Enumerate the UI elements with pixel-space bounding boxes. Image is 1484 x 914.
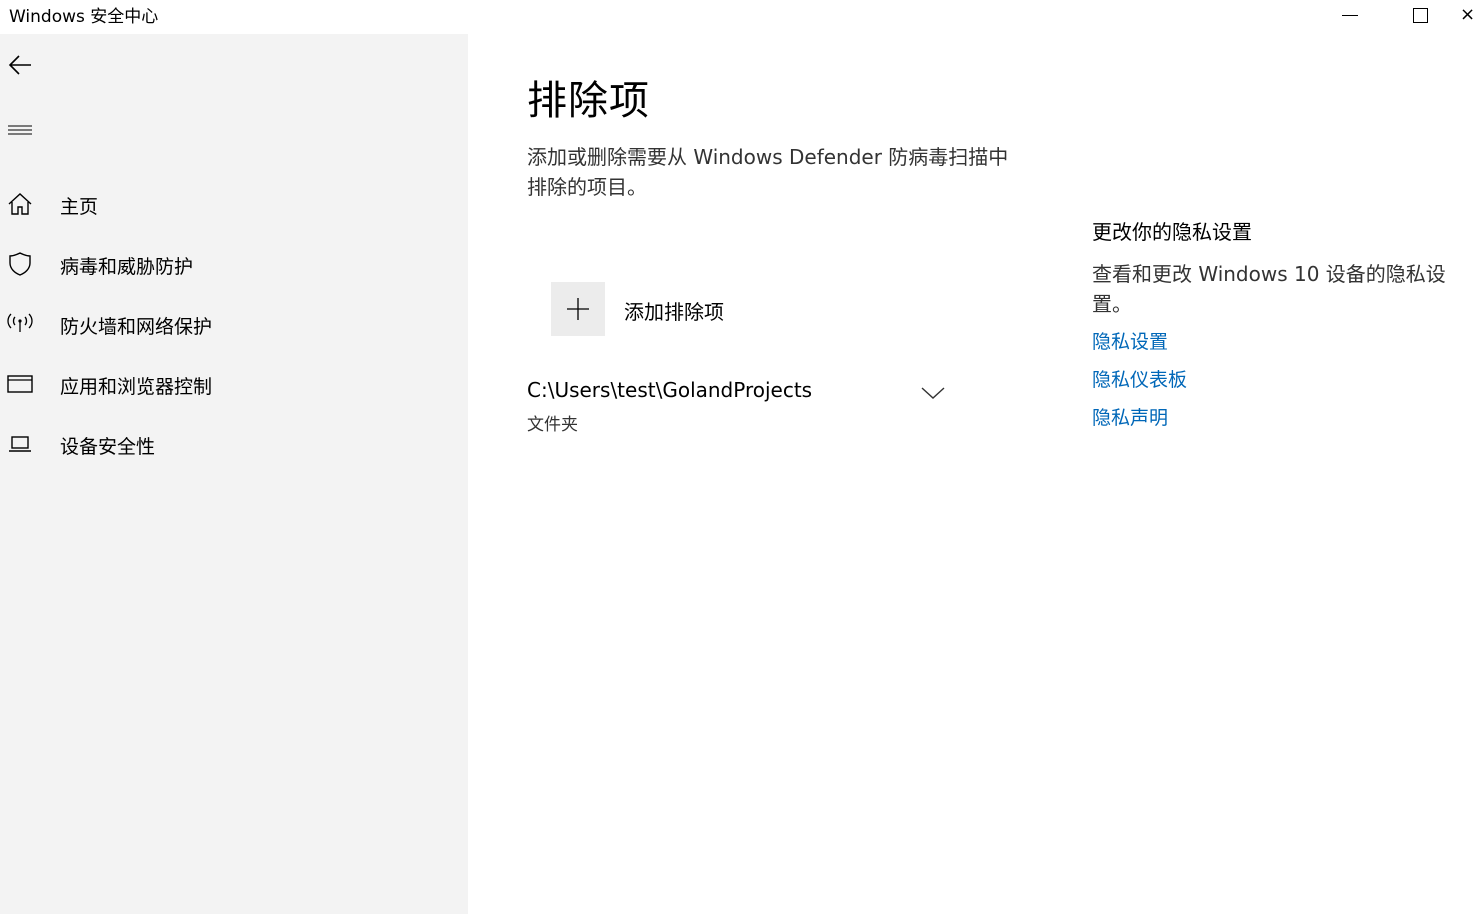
sidebar-item-label: 设备安全性 <box>60 436 156 458</box>
sidebar-item-virus-protection[interactable]: 病毒和威胁防护 <box>0 238 468 290</box>
privacy-dashboard-link[interactable]: 隐私仪表板 <box>1092 365 1462 395</box>
hamburger-menu-button[interactable] <box>4 116 36 144</box>
plus-icon <box>551 282 605 336</box>
app-window-icon <box>6 372 34 396</box>
exclusion-list-item[interactable]: C:\Users\test\GolandProjects 文件夹 <box>527 378 957 438</box>
home-icon <box>6 192 34 216</box>
exclusion-type: 文件夹 <box>527 415 578 435</box>
privacy-panel-description: 查看和更改 Windows 10 设备的隐私设置。 <box>1092 262 1446 316</box>
wifi-antenna-icon <box>6 312 34 336</box>
back-arrow-icon <box>8 55 31 75</box>
sidebar-item-label: 应用和浏览器控制 <box>60 376 213 398</box>
sidebar: 主页 病毒和威胁防护 防火墙和网络保护 应用和浏览器控制 设备安全性 <box>0 34 468 914</box>
close-icon: × <box>1460 4 1476 25</box>
privacy-panel: 更改你的隐私设置 查看和更改 Windows 10 设备的隐私设置。 隐私设置 … <box>1092 216 1462 433</box>
page-title: 排除项 <box>527 78 650 124</box>
sidebar-item-firewall[interactable]: 防火墙和网络保护 <box>0 298 468 350</box>
close-button[interactable]: × <box>1460 0 1484 30</box>
sidebar-item-app-browser-control[interactable]: 应用和浏览器控制 <box>0 358 468 410</box>
shield-icon <box>6 252 34 276</box>
privacy-panel-title: 更改你的隐私设置 <box>1092 220 1252 244</box>
laptop-icon <box>6 432 34 456</box>
page-description: 添加或删除需要从 Windows Defender 防病毒扫描中排除的项目。 <box>527 145 1009 199</box>
sidebar-item-label: 病毒和威胁防护 <box>60 256 194 278</box>
sidebar-item-label: 主页 <box>60 196 99 218</box>
exclusion-path: C:\Users\test\GolandProjects <box>527 378 813 402</box>
window-title: Windows 安全中心 <box>9 7 159 27</box>
privacy-statement-link[interactable]: 隐私声明 <box>1092 403 1462 433</box>
maximize-button[interactable] <box>1390 0 1450 30</box>
hamburger-menu-icon <box>8 125 32 135</box>
sidebar-item-device-security[interactable]: 设备安全性 <box>0 418 468 470</box>
title-bar: Windows 安全中心 × <box>0 0 1484 34</box>
sidebar-item-home[interactable]: 主页 <box>0 178 468 230</box>
add-exclusion-label: 添加排除项 <box>624 300 724 324</box>
main-content: 排除项 添加或删除需要从 Windows Defender 防病毒扫描中排除的项… <box>468 34 1484 914</box>
privacy-settings-link[interactable]: 隐私设置 <box>1092 327 1462 357</box>
minimize-button[interactable] <box>1320 0 1380 30</box>
add-exclusion-button[interactable]: 添加排除项 <box>551 282 771 336</box>
back-button[interactable] <box>4 50 36 80</box>
chevron-down-icon[interactable] <box>919 384 947 402</box>
sidebar-item-label: 防火墙和网络保护 <box>60 316 213 338</box>
maximize-icon <box>1412 7 1428 23</box>
minimize-icon <box>1342 14 1358 16</box>
